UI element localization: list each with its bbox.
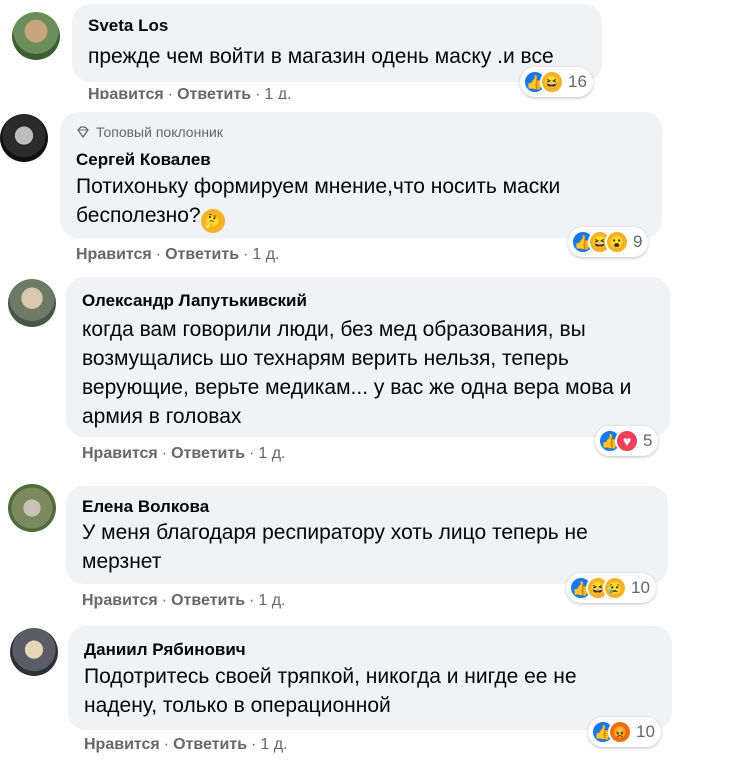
reply-link[interactable]: Ответить bbox=[173, 736, 247, 753]
avatar[interactable] bbox=[8, 484, 56, 532]
comment-text: У меня благодаря респиратору хоть лицо т… bbox=[82, 521, 588, 573]
reaction-count: 10 bbox=[631, 578, 650, 597]
avatar[interactable] bbox=[10, 628, 58, 676]
diamond-icon bbox=[77, 126, 89, 139]
comment-time[interactable]: 1 д. bbox=[252, 246, 279, 263]
comment-actions: Нравится · Ответить · 1 д. bbox=[82, 592, 286, 609]
comment-time[interactable]: 1 д. bbox=[258, 445, 285, 462]
reply-link[interactable]: Ответить bbox=[171, 445, 245, 462]
reply-link[interactable]: Ответить bbox=[177, 86, 251, 99]
comment-author[interactable]: Елена Волкова bbox=[82, 497, 209, 517]
reaction-summary[interactable]: 👍 😆 😢 10 bbox=[566, 573, 656, 603]
like-link[interactable]: Нравится bbox=[84, 736, 160, 753]
like-link[interactable]: Нравится bbox=[82, 445, 158, 462]
reaction-count: 9 bbox=[633, 232, 643, 251]
comment: Sveta Los прежде чем войти в магазин оде… bbox=[0, 0, 730, 100]
reaction-summary[interactable]: 👍 😆 😮 9 bbox=[568, 227, 649, 257]
comment-actions: Нравится · Ответить · 1 д. bbox=[88, 86, 291, 99]
comment-author[interactable]: Sveta Los bbox=[88, 16, 168, 36]
like-link[interactable]: Нравится bbox=[88, 86, 164, 99]
comment: Олександр Лапутькивский когда вам говори… bbox=[0, 275, 730, 470]
comment-text: когда вам говорили люди, без мед образов… bbox=[82, 318, 632, 428]
reaction-summary[interactable]: 👍 😡 10 bbox=[588, 717, 661, 747]
reply-link[interactable]: Ответить bbox=[171, 592, 245, 609]
comment: Даниил Рябинович Подотритесь своей тряпк… bbox=[0, 618, 730, 777]
like-link[interactable]: Нравится bbox=[76, 246, 152, 263]
comment-time[interactable]: 1 д. bbox=[264, 86, 291, 99]
avatar[interactable] bbox=[8, 279, 56, 327]
top-fan-badge: Топовый поклонник bbox=[76, 124, 223, 140]
angry-reaction-icon: 😡 bbox=[608, 720, 632, 744]
comment-actions: Нравится · Ответить · 1 д. bbox=[84, 736, 288, 753]
like-link[interactable]: Нравится bbox=[82, 592, 158, 609]
wow-reaction-icon: 😮 bbox=[605, 230, 629, 254]
love-reaction-icon: ♥ bbox=[615, 429, 639, 453]
comment-author[interactable]: Олександр Лапутькивский bbox=[82, 291, 307, 311]
reaction-count: 5 bbox=[643, 431, 653, 450]
comment-text: Потихоньку формируем мнение,что носить м… bbox=[76, 172, 636, 233]
comment-actions: Нравится · Ответить · 1 д. bbox=[76, 246, 280, 263]
badge-label: Топовый поклонник bbox=[96, 124, 223, 140]
reaction-summary[interactable]: 👍 ♥ 5 bbox=[595, 426, 659, 456]
comment-time[interactable]: 1 д. bbox=[258, 592, 285, 609]
comment-text: Подотритесь своей тряпкой, никогда и ниг… bbox=[84, 665, 577, 717]
comment-actions: Нравится · Ответить · 1 д. bbox=[82, 445, 286, 462]
haha-reaction-icon: 😆 bbox=[540, 70, 564, 94]
avatar[interactable] bbox=[12, 12, 60, 60]
avatar[interactable] bbox=[0, 114, 48, 162]
comment-text: прежде чем войти в магазин одень маску .… bbox=[88, 45, 554, 68]
reply-link[interactable]: Ответить bbox=[165, 246, 239, 263]
reaction-count: 10 bbox=[636, 722, 655, 741]
comment: Топовый поклонник Сергей Ковалев Потихон… bbox=[0, 108, 730, 268]
comment-time[interactable]: 1 д. bbox=[260, 736, 287, 753]
comment-author[interactable]: Сергей Ковалев bbox=[76, 150, 211, 170]
sad-reaction-icon: 😢 bbox=[603, 576, 627, 600]
reaction-count: 16 bbox=[568, 72, 587, 91]
comment-author[interactable]: Даниил Рябинович bbox=[84, 640, 246, 660]
reaction-summary[interactable]: 👍 😆 16 bbox=[520, 67, 593, 97]
comment: Елена Волкова У меня благодаря респирато… bbox=[0, 478, 730, 618]
thinking-emoji-icon: 🤔 bbox=[200, 209, 225, 233]
